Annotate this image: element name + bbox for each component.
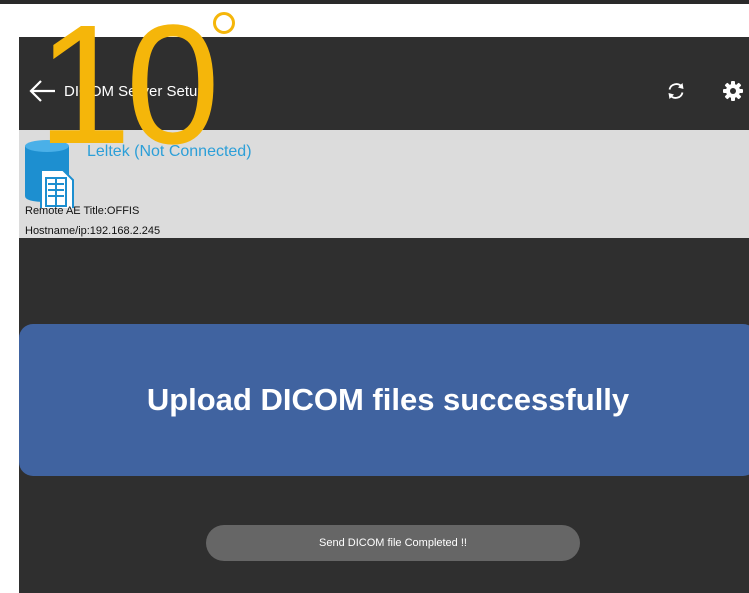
overlay-step-number: 10 xyxy=(37,0,220,180)
degree-circle-icon xyxy=(213,12,235,34)
gear-icon xyxy=(723,81,743,101)
server-hostname: Hostname/ip:192.168.2.245 xyxy=(25,225,161,237)
server-ae-title: Remote AE Title:OFFIS xyxy=(25,205,140,217)
settings-button[interactable] xyxy=(721,79,745,103)
success-banner-text: Upload DICOM files successfully xyxy=(146,382,630,417)
refresh-icon xyxy=(668,83,684,99)
toast-text: Send DICOM file Completed !! xyxy=(319,537,467,549)
success-banner: Upload DICOM files successfully xyxy=(19,324,749,476)
refresh-button[interactable] xyxy=(664,79,688,103)
toast-message: Send DICOM file Completed !! xyxy=(206,525,580,561)
